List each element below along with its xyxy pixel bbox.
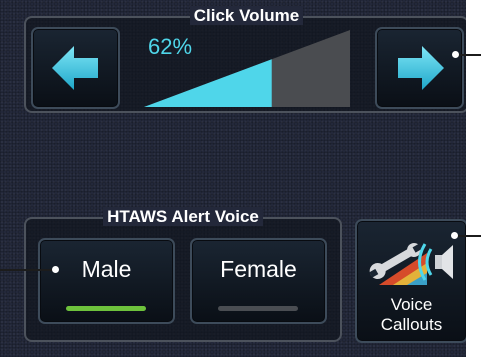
htaws-alert-voice-title: HTAWS Alert Voice bbox=[103, 207, 263, 226]
voice-female-button[interactable]: Female bbox=[190, 238, 327, 324]
volume-value: 62% bbox=[148, 34, 193, 59]
avionics-screen: Click Volume 62% HTAWS Alert Voice Male … bbox=[0, 0, 481, 357]
left-arrow-icon bbox=[51, 46, 98, 90]
voice-callouts-icon bbox=[369, 243, 453, 285]
leader-line-callouts bbox=[455, 235, 481, 237]
volume-ramp-active bbox=[144, 59, 272, 107]
voice-callouts-label-line1: Voice bbox=[390, 295, 433, 314]
right-arrow-icon bbox=[397, 46, 444, 90]
voice-callouts-label-line2: Callouts bbox=[380, 315, 443, 334]
female-unselected-indicator bbox=[218, 306, 298, 311]
voice-female-label: Female bbox=[220, 256, 297, 282]
volume-decrease-button[interactable] bbox=[31, 27, 120, 109]
click-volume-title: Click Volume bbox=[189, 6, 304, 25]
volume-increase-button[interactable] bbox=[375, 27, 464, 109]
leader-dot-callouts bbox=[451, 232, 458, 239]
leader-line-increase bbox=[456, 54, 481, 56]
voice-male-button[interactable]: Male bbox=[38, 238, 175, 324]
leader-dot-male bbox=[52, 266, 59, 273]
voice-male-label: Male bbox=[81, 256, 132, 282]
leader-dot-increase bbox=[452, 51, 459, 58]
male-selected-indicator bbox=[66, 306, 146, 311]
leader-line-male bbox=[0, 269, 52, 271]
